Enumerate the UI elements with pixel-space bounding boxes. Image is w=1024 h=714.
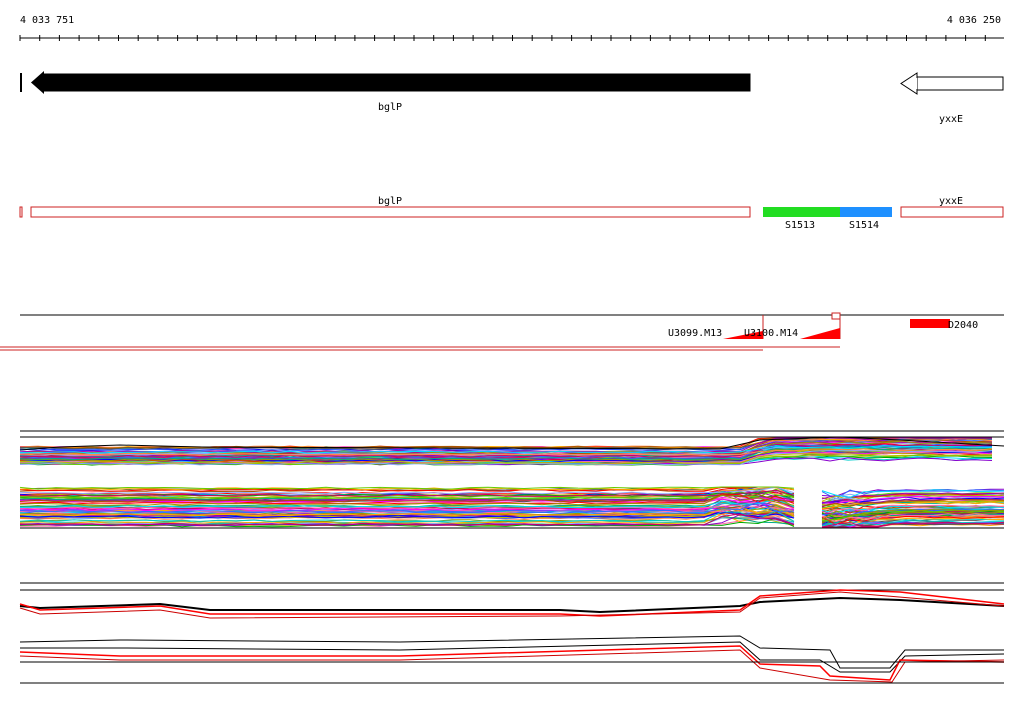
transcript-label-bglP: bglP (378, 196, 402, 207)
segment-S1514[interactable] (840, 207, 892, 217)
transcript-yxxE[interactable] (900, 206, 1004, 218)
transcript-label-yxxE: yxxE (939, 196, 963, 207)
upshift-label-U3100: U3100.M14 (744, 328, 798, 339)
selected-profile-line (19, 596, 1005, 614)
gene-fragment-marker (20, 73, 22, 92)
feature-label-D2040: D2040 (948, 320, 978, 331)
segment-label-S1514: S1514 (849, 220, 879, 231)
upshift-label-U3099: U3099.M13 (668, 328, 722, 339)
selected-profiles-panel[interactable] (19, 582, 1005, 684)
upshift-track[interactable]: U3099.M13 U3100.M14 D2040 (0, 312, 1004, 351)
genome-browser-view: 4 033 751 4 036 250 bglP yxxE bglP yxxE … (0, 15, 1005, 684)
segment-S1513[interactable] (763, 207, 840, 217)
coordinate-ruler: 4 033 751 4 036 250 (19, 15, 1004, 41)
profile-lines (19, 436, 1005, 528)
ruler-end-label: 4 036 250 (947, 15, 1001, 26)
transcript-track[interactable]: bglP yxxE S1513 S1514 (19, 196, 1004, 231)
gene-track[interactable]: bglP yxxE (20, 71, 1004, 125)
expression-profiles-panel[interactable] (19, 430, 1005, 529)
transcript-fragment (19, 206, 23, 218)
gene-arrow-head-yxxE (900, 72, 918, 95)
gene-arrow-bglP[interactable] (31, 73, 751, 92)
selected-profile-lines (19, 589, 1005, 683)
gene-label-bglP: bglP (378, 102, 402, 113)
gene-label-yxxE: yxxE (939, 114, 963, 125)
selected-profile-line (19, 645, 1005, 681)
transcript-bglP[interactable] (30, 206, 751, 218)
upshift-marker (831, 312, 841, 320)
upshift-wedge-U3100[interactable] (800, 328, 840, 339)
feature-D2040[interactable] (910, 319, 950, 328)
segment-label-S1513: S1513 (785, 220, 815, 231)
ruler-start-label: 4 033 751 (20, 15, 74, 26)
gene-arrow-head-bglP (31, 71, 44, 94)
